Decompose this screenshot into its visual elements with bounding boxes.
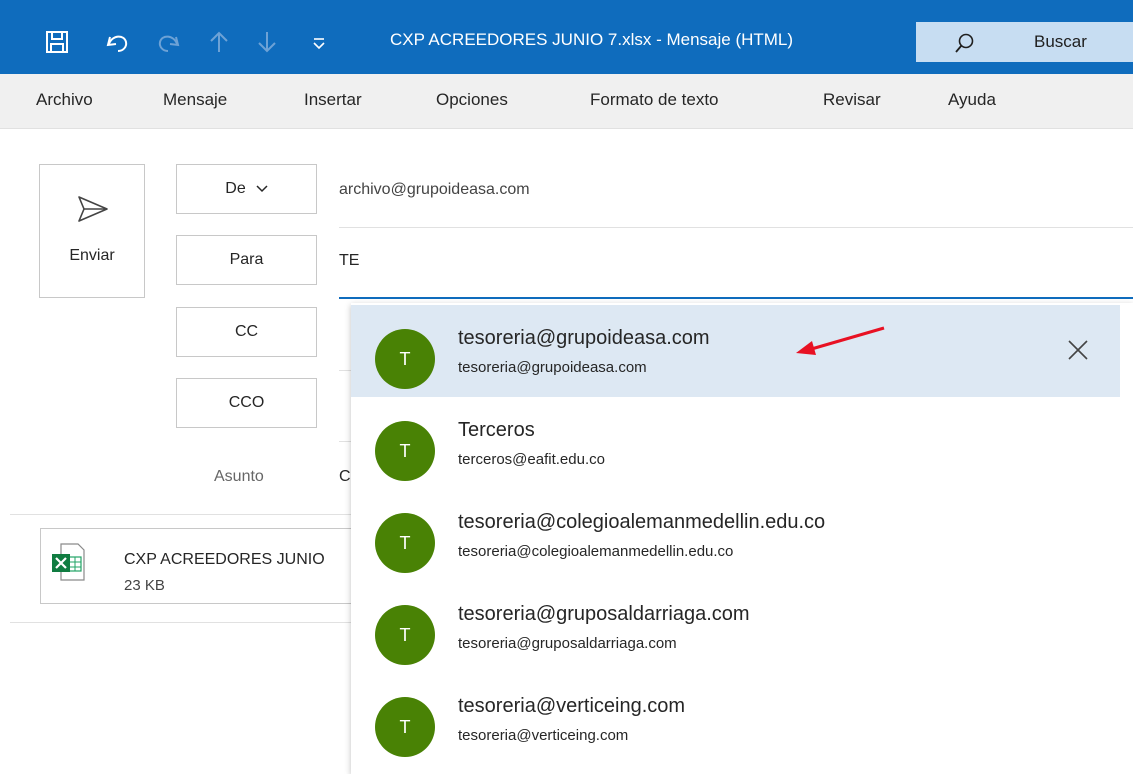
from-field: archivo@grupoideasa.com <box>339 181 530 198</box>
suggestion-email: tesoreria@grupoideasa.com <box>458 359 647 376</box>
from-button[interactable]: De <box>176 164 317 214</box>
menu-mensaje[interactable]: Mensaje <box>163 90 227 110</box>
suggestion-email: tesoreria@verticeing.com <box>458 727 629 744</box>
menu-revisar[interactable]: Revisar <box>823 90 881 110</box>
suggestion-item[interactable]: T tesoreria@colegioalemanmedellin.edu.co… <box>351 489 1120 581</box>
send-label: Enviar <box>69 247 115 264</box>
suggestion-name: tesoreria@verticeing.com <box>458 695 686 717</box>
suggestion-name: Terceros <box>458 419 535 441</box>
avatar: T <box>375 697 435 757</box>
bcc-divider <box>339 441 351 442</box>
suggestion-item[interactable]: T tesoreria@verticeing.com tesoreria@ver… <box>351 673 1120 765</box>
send-icon <box>77 195 109 228</box>
suggestion-email: terceros@eafit.edu.co <box>458 451 605 468</box>
undo-icon[interactable] <box>104 22 130 62</box>
menu-opciones[interactable]: Opciones <box>436 90 508 110</box>
menu-bar: Archivo Mensaje Insertar Opciones Format… <box>0 74 1133 129</box>
suggestion-email: tesoreria@colegioalemanmedellin.edu.co <box>458 543 734 560</box>
cc-divider <box>339 370 351 371</box>
title-bar: CXP ACREEDORES JUNIO 7.xlsx - Mensaje (H… <box>0 0 1133 74</box>
send-button[interactable]: Enviar <box>39 164 145 298</box>
avatar: T <box>375 605 435 665</box>
customize-qat-icon[interactable] <box>310 22 328 62</box>
bcc-button[interactable]: CCO <box>176 378 317 428</box>
body-divider <box>10 622 351 623</box>
suggestion-item[interactable]: T Terceros terceros@eafit.edu.co <box>351 397 1120 489</box>
suggestion-name: tesoreria@colegioalemanmedellin.edu.co <box>458 511 826 533</box>
suggestion-item[interactable]: T tesoreria@gruposaldarriaga.com tesorer… <box>351 581 1120 673</box>
attachment-size: 23 KB <box>124 577 165 594</box>
window-title: CXP ACREEDORES JUNIO 7.xlsx - Mensaje (H… <box>390 30 794 49</box>
menu-ayuda[interactable]: Ayuda <box>948 90 996 110</box>
avatar: T <box>375 329 435 389</box>
arrow-down-icon <box>254 22 280 62</box>
menu-insertar[interactable]: Insertar <box>304 90 362 110</box>
to-button[interactable]: Para <box>176 235 317 285</box>
arrow-up-icon <box>206 22 232 62</box>
excel-icon <box>51 543 85 586</box>
search-label: Buscar <box>1034 32 1087 51</box>
redo-icon <box>156 22 182 62</box>
recipient-suggestions: T tesoreria@grupoideasa.com tesoreria@gr… <box>351 303 1133 774</box>
to-label: Para <box>229 251 264 268</box>
attachment-card[interactable]: CXP ACREEDORES JUNIO 23 KB <box>40 528 370 604</box>
scrollbar[interactable] <box>1120 303 1133 774</box>
bcc-label: CCO <box>228 394 265 411</box>
search-icon <box>954 32 976 54</box>
suggestion-name: tesoreria@gruposaldarriaga.com <box>458 603 750 625</box>
menu-archivo[interactable]: Archivo <box>36 90 93 110</box>
from-divider <box>339 227 1133 228</box>
close-icon[interactable] <box>1065 337 1091 363</box>
chevron-down-icon <box>256 185 268 193</box>
header-divider <box>10 514 351 515</box>
to-field[interactable]: TE <box>339 252 359 270</box>
suggestion-name: tesoreria@grupoideasa.com <box>458 327 710 349</box>
menu-formato-de-texto[interactable]: Formato de texto <box>590 90 719 110</box>
attachment-name: CXP ACREEDORES JUNIO <box>124 551 325 568</box>
from-label: De <box>225 180 246 197</box>
subject-label: Asunto <box>214 468 264 485</box>
suggestion-item[interactable]: T tesoreria@grupoideasa.com tesoreria@gr… <box>351 305 1120 397</box>
avatar: T <box>375 421 435 481</box>
suggestion-email: tesoreria@gruposaldarriaga.com <box>458 635 677 652</box>
cc-label: CC <box>234 323 259 340</box>
cc-button[interactable]: CC <box>176 307 317 357</box>
save-icon[interactable] <box>44 22 70 62</box>
search-box[interactable]: Buscar <box>916 22 1133 62</box>
avatar: T <box>375 513 435 573</box>
subject-field[interactable]: C <box>339 468 351 486</box>
to-field-underline <box>339 297 1133 299</box>
annotation-arrow-icon <box>796 326 885 355</box>
